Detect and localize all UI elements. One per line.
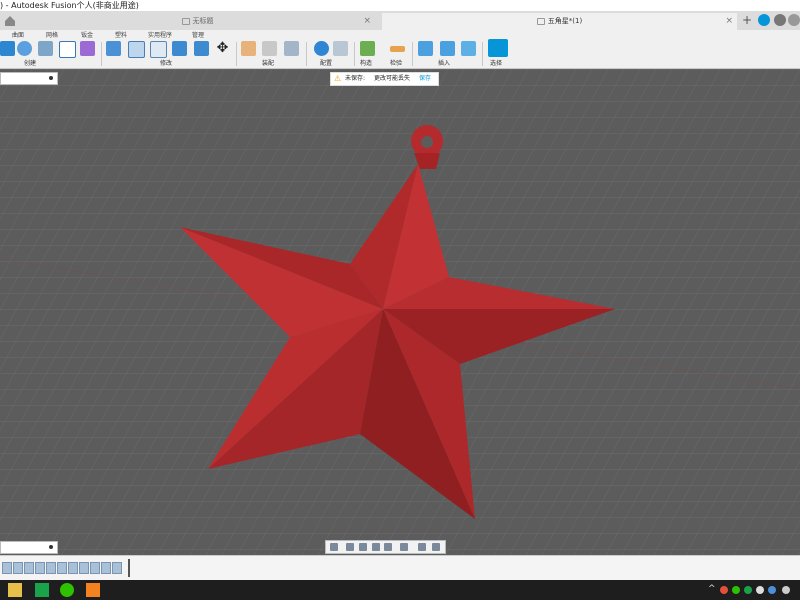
warning-icon: ⚠: [334, 74, 342, 83]
lock-icon: [181, 17, 190, 25]
tab-surface[interactable]: 曲面: [12, 30, 24, 39]
home-icon[interactable]: [3, 14, 17, 28]
new-component-icon[interactable]: [241, 41, 256, 56]
timeline-marker[interactable]: [128, 559, 130, 577]
unsaved-notice: ⚠ 未保存: 更改可能丢失 保存: [330, 72, 439, 86]
grid-settings-icon[interactable]: [418, 543, 426, 551]
group-insert[interactable]: 插入: [438, 58, 450, 67]
tab-mesh[interactable]: 网格: [46, 30, 58, 39]
group-configure[interactable]: 配置: [320, 58, 332, 67]
press-pull-icon[interactable]: [106, 41, 121, 56]
account-icon[interactable]: [788, 14, 800, 26]
navigation-bar: [325, 540, 446, 554]
tab-sheetmetal[interactable]: 钣金: [81, 30, 93, 39]
tray-icon[interactable]: [732, 586, 740, 594]
viewport[interactable]: [0, 69, 800, 555]
fusion-icon[interactable]: [86, 583, 100, 597]
group-select[interactable]: 选择: [490, 58, 502, 67]
extrude-icon[interactable]: [0, 41, 15, 56]
timeline-feature[interactable]: [79, 562, 89, 574]
tray-icon[interactable]: [756, 586, 764, 594]
browser-panel[interactable]: [0, 72, 58, 85]
notice-message: 更改可能丢失: [374, 75, 411, 82]
timeline-feature[interactable]: [101, 562, 111, 574]
chevron-up-icon[interactable]: ^: [708, 584, 716, 594]
offset-plane-icon[interactable]: [360, 41, 375, 56]
look-at-icon[interactable]: [346, 543, 354, 551]
tray-icon[interactable]: [744, 586, 752, 594]
fillet-icon[interactable]: [128, 41, 145, 58]
save-link[interactable]: 保存: [419, 73, 431, 85]
revolve-icon[interactable]: [17, 41, 32, 56]
timeline-feature[interactable]: [68, 562, 78, 574]
close-icon[interactable]: ×: [363, 13, 371, 30]
comments-panel[interactable]: [0, 541, 58, 554]
timeline-feature[interactable]: [24, 562, 34, 574]
group-modify[interactable]: 修改: [160, 58, 172, 67]
tab-star[interactable]: 五角星*(1) ×: [382, 13, 737, 30]
network-icon[interactable]: [782, 586, 790, 594]
new-tab-icon[interactable]: +: [742, 13, 752, 27]
file-explorer-icon[interactable]: [8, 583, 22, 597]
pattern-icon[interactable]: [59, 41, 76, 58]
hole-icon[interactable]: [38, 41, 53, 56]
expand-icon[interactable]: [49, 545, 53, 549]
tab-plastic[interactable]: 塑料: [115, 30, 127, 39]
tray-icon[interactable]: [720, 586, 728, 594]
lock-icon: [536, 17, 545, 25]
notification-icon[interactable]: [758, 14, 770, 26]
parameters-icon[interactable]: [314, 41, 329, 56]
insert-canvas-icon[interactable]: [461, 41, 476, 56]
orbit-icon[interactable]: [330, 543, 338, 551]
bluetooth-icon[interactable]: [768, 586, 776, 594]
split-icon[interactable]: [194, 41, 209, 56]
group-create[interactable]: 创建: [24, 58, 36, 67]
insert-derive-icon[interactable]: [418, 41, 433, 56]
toolbar-ribbon: 曲面 网格 钣金 塑料 实用程序 管理 创建 ✥ 修改 装配 配置 构造 检验 …: [0, 30, 800, 69]
zoom-icon[interactable]: [372, 543, 380, 551]
move-icon[interactable]: ✥: [215, 41, 230, 56]
window-title: ) - Autodesk Fusion个人(非商业用途): [0, 1, 139, 10]
as-built-joint-icon[interactable]: [284, 41, 299, 56]
app-icon[interactable]: [35, 583, 49, 597]
shell-icon[interactable]: [150, 41, 167, 58]
timeline-feature[interactable]: [57, 562, 67, 574]
timeline-feature[interactable]: [46, 562, 56, 574]
tab-manage[interactable]: 管理: [192, 30, 204, 39]
measure-icon[interactable]: [390, 46, 405, 52]
os-taskbar: ^: [0, 580, 800, 600]
timeline-feature[interactable]: [2, 562, 12, 574]
create-form-icon[interactable]: [80, 41, 95, 56]
group-assemble[interactable]: 装配: [262, 58, 274, 67]
configure-table-icon[interactable]: [333, 41, 348, 56]
title-bar: ) - Autodesk Fusion个人(非商业用途): [0, 0, 800, 11]
tab-utilities[interactable]: 实用程序: [148, 30, 172, 39]
joint-icon[interactable]: [262, 41, 277, 56]
document-tab-bar: 无标题 × 五角星*(1) × +: [0, 11, 800, 30]
timeline-feature[interactable]: [90, 562, 100, 574]
viewports-icon[interactable]: [432, 543, 440, 551]
group-inspect[interactable]: 检验: [390, 58, 402, 67]
close-icon[interactable]: ×: [725, 13, 733, 30]
viewport-grid[interactable]: [0, 69, 800, 555]
timeline-feature[interactable]: [35, 562, 45, 574]
wechat-icon[interactable]: [60, 583, 74, 597]
expand-icon[interactable]: [49, 76, 53, 80]
display-settings-icon[interactable]: [400, 543, 408, 551]
group-construct[interactable]: 构造: [360, 58, 372, 67]
insert-mesh-icon[interactable]: [440, 41, 455, 56]
timeline-feature[interactable]: [112, 562, 122, 574]
select-icon[interactable]: [488, 39, 508, 57]
notice-title: 未保存:: [345, 75, 366, 82]
tab-untitled[interactable]: 无标题 ×: [20, 13, 375, 30]
timeline[interactable]: [0, 555, 800, 580]
help-icon[interactable]: [774, 14, 786, 26]
fit-icon[interactable]: [384, 543, 392, 551]
timeline-feature[interactable]: [13, 562, 23, 574]
combine-icon[interactable]: [172, 41, 187, 56]
pan-icon[interactable]: [359, 543, 367, 551]
